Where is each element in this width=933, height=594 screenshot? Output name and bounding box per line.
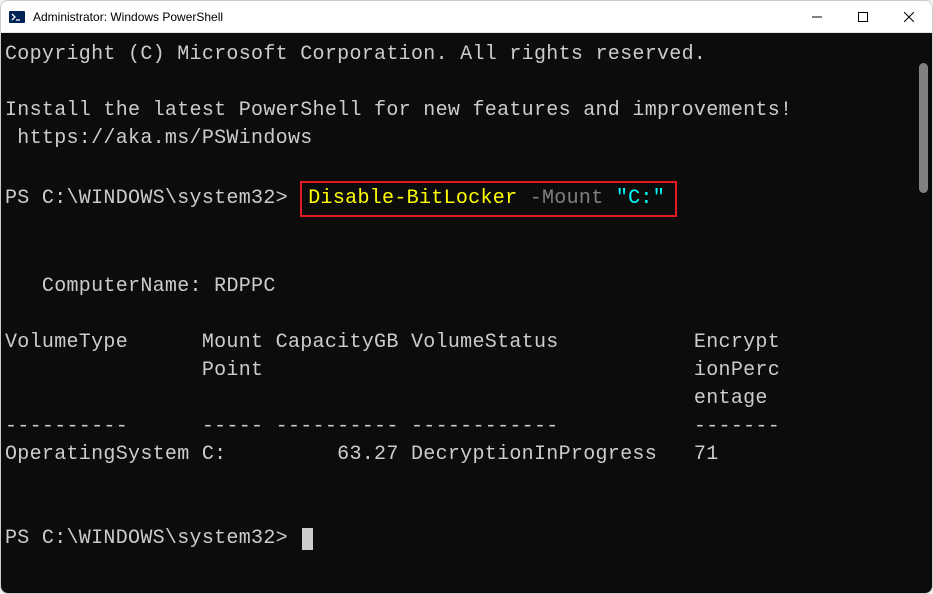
powershell-icon <box>9 9 25 25</box>
table-divider: ---------- ----- ---------- ------------… <box>5 415 780 438</box>
prompt-1: PS C:\WINDOWS\system32> <box>5 187 300 210</box>
window-title: Administrator: Windows PowerShell <box>33 10 794 24</box>
table-headers: VolumeType Mount CapacityGB VolumeStatus… <box>5 331 780 410</box>
cmd-value: "C:" <box>616 187 665 210</box>
titlebar[interactable]: Administrator: Windows PowerShell <box>1 1 932 33</box>
command-highlight: Disable-BitLocker -Mount "C:" <box>300 181 677 217</box>
terminal-output: Copyright (C) Microsoft Corporation. All… <box>5 41 928 553</box>
minimize-button[interactable] <box>794 1 840 32</box>
window-controls <box>794 1 932 32</box>
computer-name: RDPPC <box>214 275 276 298</box>
table-row: OperatingSystem C: 63.27 DecryptionInPro… <box>5 443 719 466</box>
prompt-2: PS C:\WINDOWS\system32> <box>5 527 300 550</box>
copyright-line: Copyright (C) Microsoft Corporation. All… <box>5 43 706 66</box>
powershell-window: Administrator: Windows PowerShell Copyri… <box>0 0 933 594</box>
cursor <box>302 528 313 550</box>
close-button[interactable] <box>886 1 932 32</box>
terminal-area[interactable]: Copyright (C) Microsoft Corporation. All… <box>1 33 932 593</box>
install-msg: Install the latest PowerShell for new fe… <box>5 99 792 122</box>
cmdlet: Disable-BitLocker <box>308 187 517 210</box>
install-url: https://aka.ms/PSWindows <box>5 127 313 150</box>
computer-name-label: ComputerName: <box>5 275 214 298</box>
maximize-button[interactable] <box>840 1 886 32</box>
cmd-param: -Mount <box>517 187 615 210</box>
scrollbar[interactable] <box>919 63 928 193</box>
